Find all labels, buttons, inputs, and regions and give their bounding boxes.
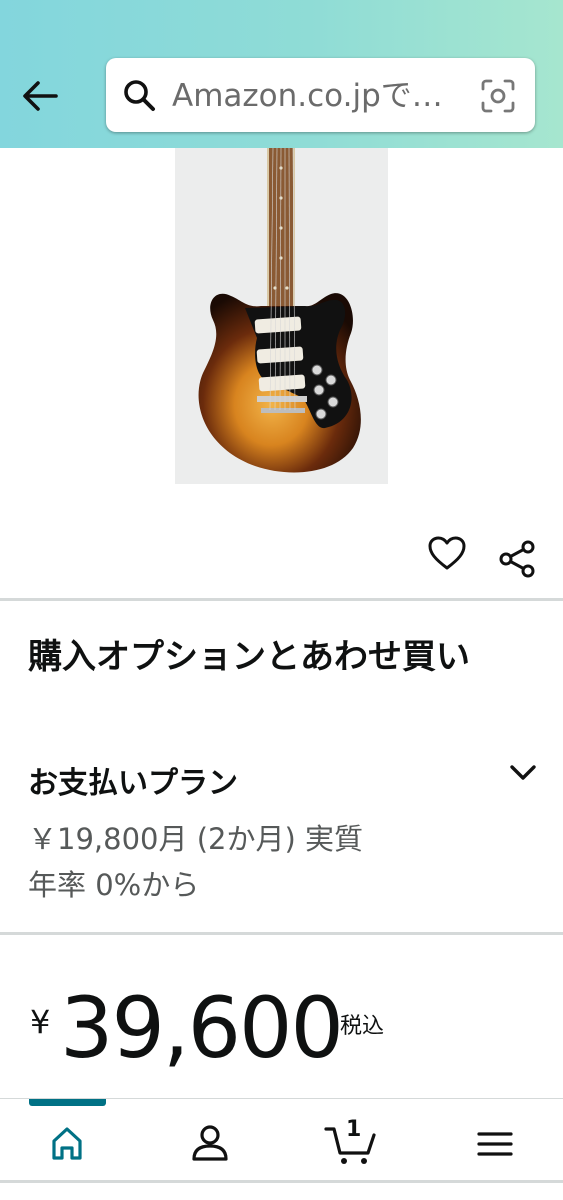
bottom-navigation: 1: [0, 1098, 563, 1200]
nav-cart[interactable]: 1: [322, 1117, 382, 1169]
account-icon: [192, 1125, 228, 1161]
cart-count-badge: 1: [346, 1117, 362, 1142]
arrow-left-icon: [23, 81, 58, 111]
section-divider: [0, 932, 563, 935]
chevron-down-icon[interactable]: [507, 758, 539, 788]
section-divider: [0, 598, 563, 601]
nav-menu[interactable]: [465, 1119, 525, 1169]
menu-icon: [477, 1132, 513, 1156]
nav-account[interactable]: [180, 1119, 240, 1169]
purchase-options-title: 購入オプションとあわせ買い: [28, 637, 470, 677]
electric-guitar-image: [198, 148, 361, 473]
share-icon[interactable]: [498, 540, 536, 578]
price-tax-label: 税込: [340, 1014, 385, 1039]
top-header: Amazon.co.jpで…: [0, 0, 563, 148]
search-input[interactable]: Amazon.co.jpで…: [172, 76, 472, 116]
active-tab-indicator: [29, 1099, 106, 1106]
search-icon: [124, 80, 155, 111]
nav-home[interactable]: [37, 1119, 97, 1169]
system-gesture-bar: [0, 1180, 563, 1183]
home-icon: [52, 1127, 82, 1160]
heart-icon[interactable]: [427, 535, 467, 571]
payment-plan-title[interactable]: お支払いプラン: [28, 764, 238, 804]
price-amount: 39,600: [60, 979, 344, 1077]
product-image[interactable]: [175, 148, 388, 484]
payment-plan-detail-line1: ￥19,800月 (2か月) 実質: [28, 822, 363, 856]
search-bar[interactable]: Amazon.co.jpで…: [106, 58, 535, 132]
payment-plan-detail-line2: 年率 0%から: [28, 868, 200, 902]
back-button[interactable]: [18, 74, 62, 118]
camera-scan-icon[interactable]: [480, 78, 516, 114]
price-currency: ¥: [30, 1003, 51, 1041]
